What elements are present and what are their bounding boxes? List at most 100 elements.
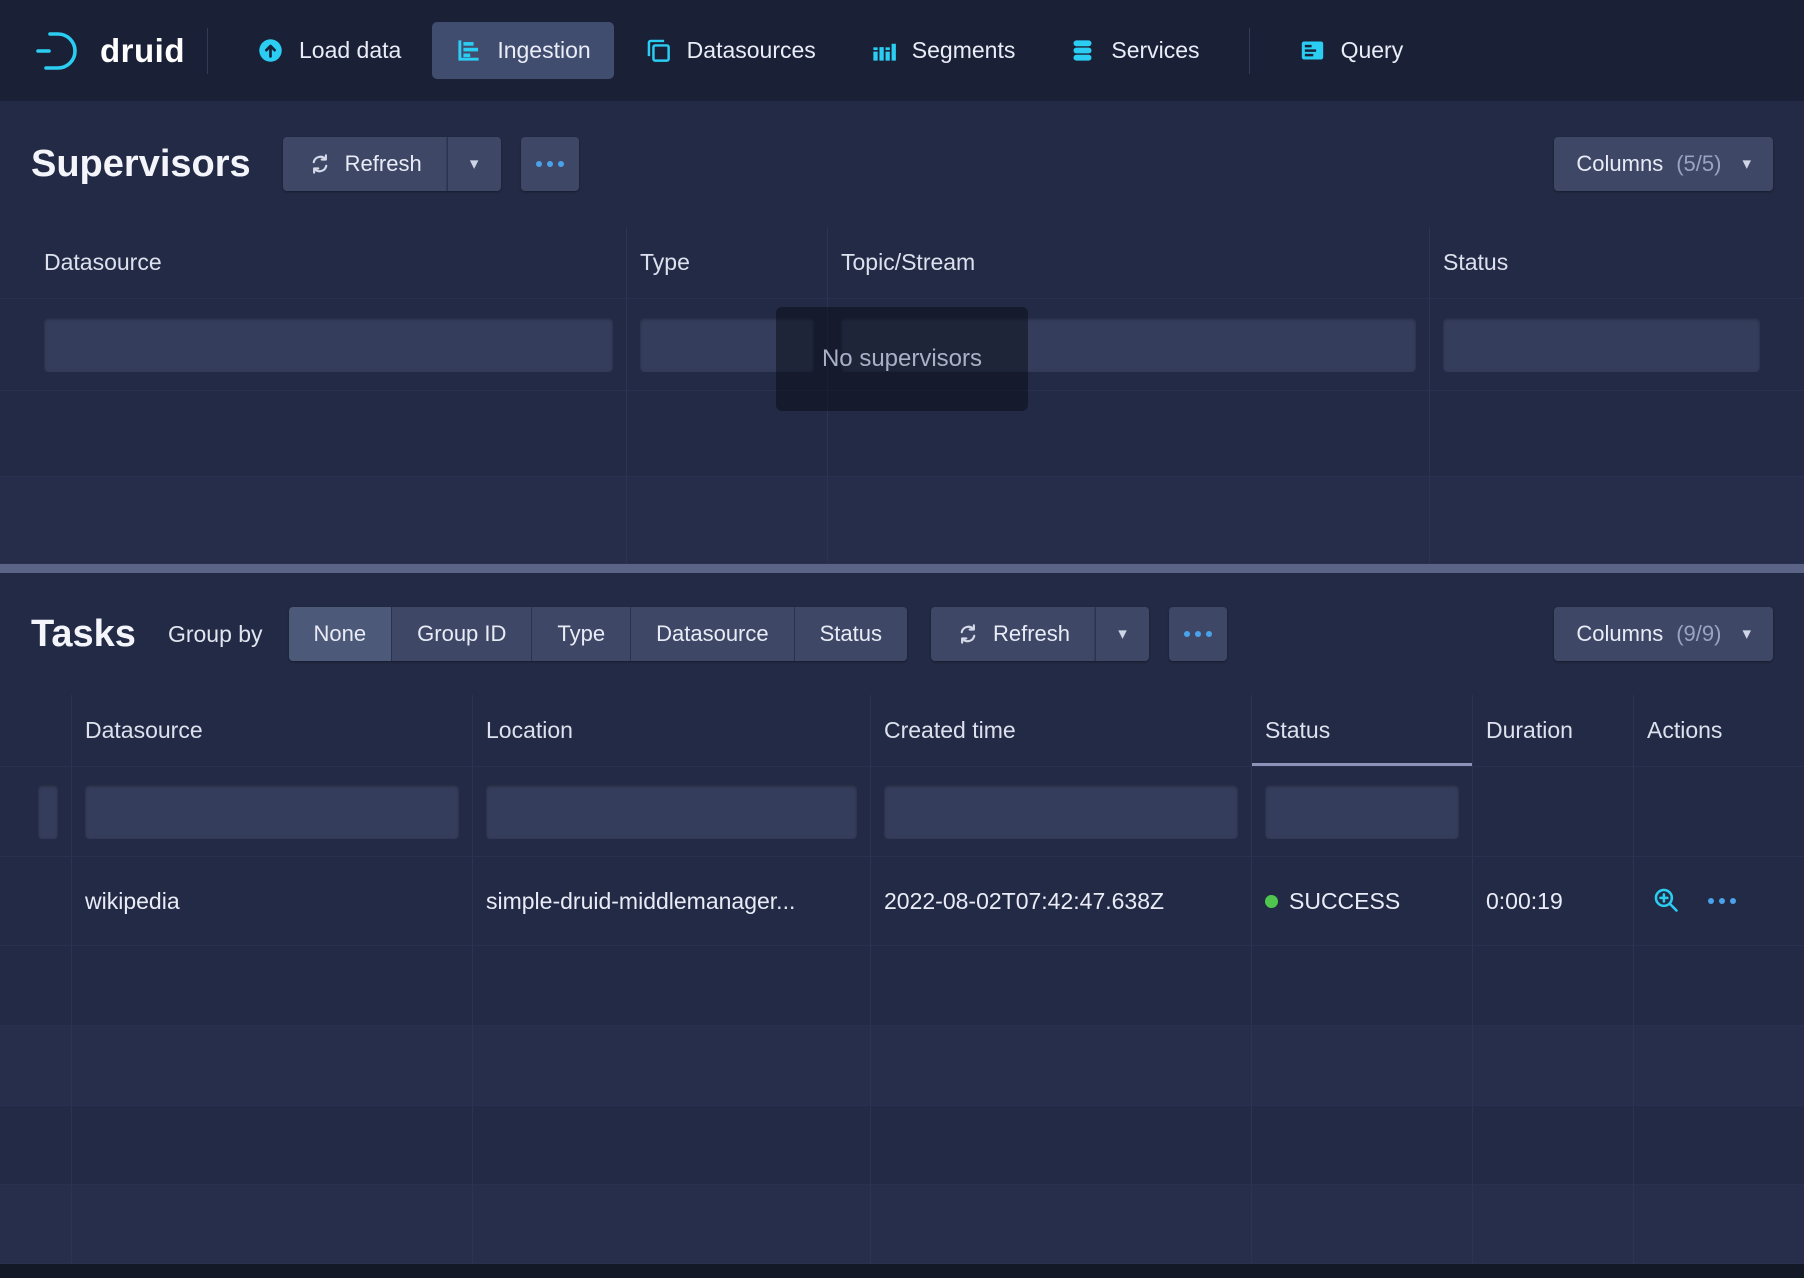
table-cell [72,1026,473,1105]
nav-item-services[interactable]: Services [1046,22,1222,79]
nav-item-query[interactable]: Query [1276,22,1427,79]
group-by-label: Group by [168,621,263,648]
table-row[interactable]: wikipedia simple-druid-middlemanager... … [0,857,1804,946]
refresh-dropdown-button[interactable]: ▾ [447,137,501,191]
refresh-dropdown-button[interactable]: ▾ [1095,607,1149,661]
navbar-divider [1249,28,1250,74]
status-filter-input[interactable] [1265,785,1459,839]
chevron-down-icon: ▾ [1118,624,1127,644]
table-cell [871,1026,1252,1105]
group-by-none-button[interactable]: None [289,607,392,661]
task-actions-menu-button[interactable] [1708,898,1736,904]
nav-item-label: Load data [299,37,401,64]
group-by-segmented-control: None Group ID Type Datasource Status [289,607,907,661]
table-cell [1252,1026,1473,1105]
magnify-plus-icon [1651,885,1681,918]
table-cell [1430,477,1773,563]
created-time-cell[interactable]: 2022-08-02T07:42:47.638Z [871,857,1252,945]
nav-item-datasources[interactable]: Datasources [622,22,839,79]
chevron-down-icon: ▾ [1742,154,1751,174]
horizontal-scrollbar[interactable] [0,564,1804,573]
column-header-status[interactable]: Status [1252,695,1473,766]
group-by-status-button[interactable]: Status [794,607,907,661]
table-cell [31,299,627,390]
tasks-more-button[interactable] [1169,607,1227,661]
table-cell [1634,1185,1773,1263]
location-cell[interactable]: simple-druid-middlemanager... [473,857,871,945]
table-cell [1473,1106,1634,1184]
table-cell [1473,1185,1634,1263]
table-row [0,1026,1804,1106]
refresh-button[interactable]: Refresh [283,137,447,191]
datasource-cell[interactable]: wikipedia [72,857,473,945]
group-by-group-id-button[interactable]: Group ID [391,607,531,661]
table-cell [31,767,72,856]
table-cell [72,946,473,1025]
datasource-filter-input[interactable] [85,785,459,839]
column-header-partial [31,695,72,766]
horizontal-scrollbar[interactable] [0,1264,1804,1278]
table-cell [1430,391,1773,476]
column-header-duration[interactable]: Duration [1473,695,1634,766]
button-label: None [314,621,367,647]
druid-console: druid Load data Ingestion Datasources [0,0,1804,1278]
group-by-datasource-button[interactable]: Datasource [630,607,794,661]
column-header-created-time[interactable]: Created time [871,695,1252,766]
table-row [0,946,1804,1026]
nav-item-label: Segments [912,37,1016,64]
column-header-datasource[interactable]: Datasource [31,227,627,298]
chevron-down-icon: ▾ [470,154,479,174]
tasks-refresh-group: Refresh ▾ [931,607,1149,661]
status-cell[interactable]: SUCCESS [1252,857,1473,945]
column-header-location[interactable]: Location [473,695,871,766]
table-cell [473,1026,871,1105]
column-header-datasource[interactable]: Datasource [72,695,473,766]
table-cell [1634,946,1773,1025]
table-cell [473,767,871,856]
nav-item-segments[interactable]: Segments [847,22,1039,79]
status-filter-input[interactable] [1443,318,1760,372]
column-header-actions[interactable]: Actions [1634,695,1773,766]
table-row [0,1185,1804,1264]
supervisors-toolbar: Supervisors Refresh ▾ Columns (5/5) ▾ [0,101,1804,227]
supervisors-more-button[interactable] [521,137,579,191]
nav-item-label: Datasources [687,37,816,64]
logo-text: druid [100,32,185,70]
inspect-task-button[interactable] [1651,885,1681,918]
supervisors-header-row: Datasource Type Topic/Stream Status [0,227,1804,299]
datasources-icon [645,37,672,64]
column-header-type[interactable]: Type [627,227,828,298]
top-navbar: druid Load data Ingestion Datasources [0,0,1804,101]
more-icon [1184,631,1212,637]
table-cell [871,946,1252,1025]
nav-item-load-data[interactable]: Load data [234,22,424,79]
nav-item-ingestion[interactable]: Ingestion [432,22,613,79]
tasks-columns-button[interactable]: Columns (9/9) ▾ [1554,607,1773,661]
nav-item-label: Ingestion [497,37,590,64]
table-cell [473,946,871,1025]
group-by-type-button[interactable]: Type [531,607,630,661]
button-label: Status [820,621,882,647]
druid-logo[interactable]: druid [34,29,185,73]
location-filter-input[interactable] [486,785,857,839]
table-cell [72,1185,473,1263]
columns-count: (9/9) [1676,621,1721,647]
column-header-status[interactable]: Status [1430,227,1773,298]
ingestion-icon [455,37,482,64]
created-time-filter-input[interactable] [884,785,1238,839]
supervisors-columns-button[interactable]: Columns (5/5) ▾ [1554,137,1773,191]
table-cell [871,767,1252,856]
refresh-button[interactable]: Refresh [931,607,1095,661]
status-badge: SUCCESS [1289,888,1400,915]
table-cell [31,1106,72,1184]
duration-cell[interactable]: 0:00:19 [1473,857,1634,945]
supervisors-title: Supervisors [31,143,251,186]
table-cell [1430,299,1773,390]
column-header-topic-stream[interactable]: Topic/Stream [828,227,1430,298]
actions-cell [1634,857,1773,945]
table-cell [31,1185,72,1263]
button-label: Type [557,621,605,647]
datasource-filter-input[interactable] [44,318,613,372]
task-id-filter-input[interactable] [38,785,58,839]
table-cell [473,1106,871,1184]
